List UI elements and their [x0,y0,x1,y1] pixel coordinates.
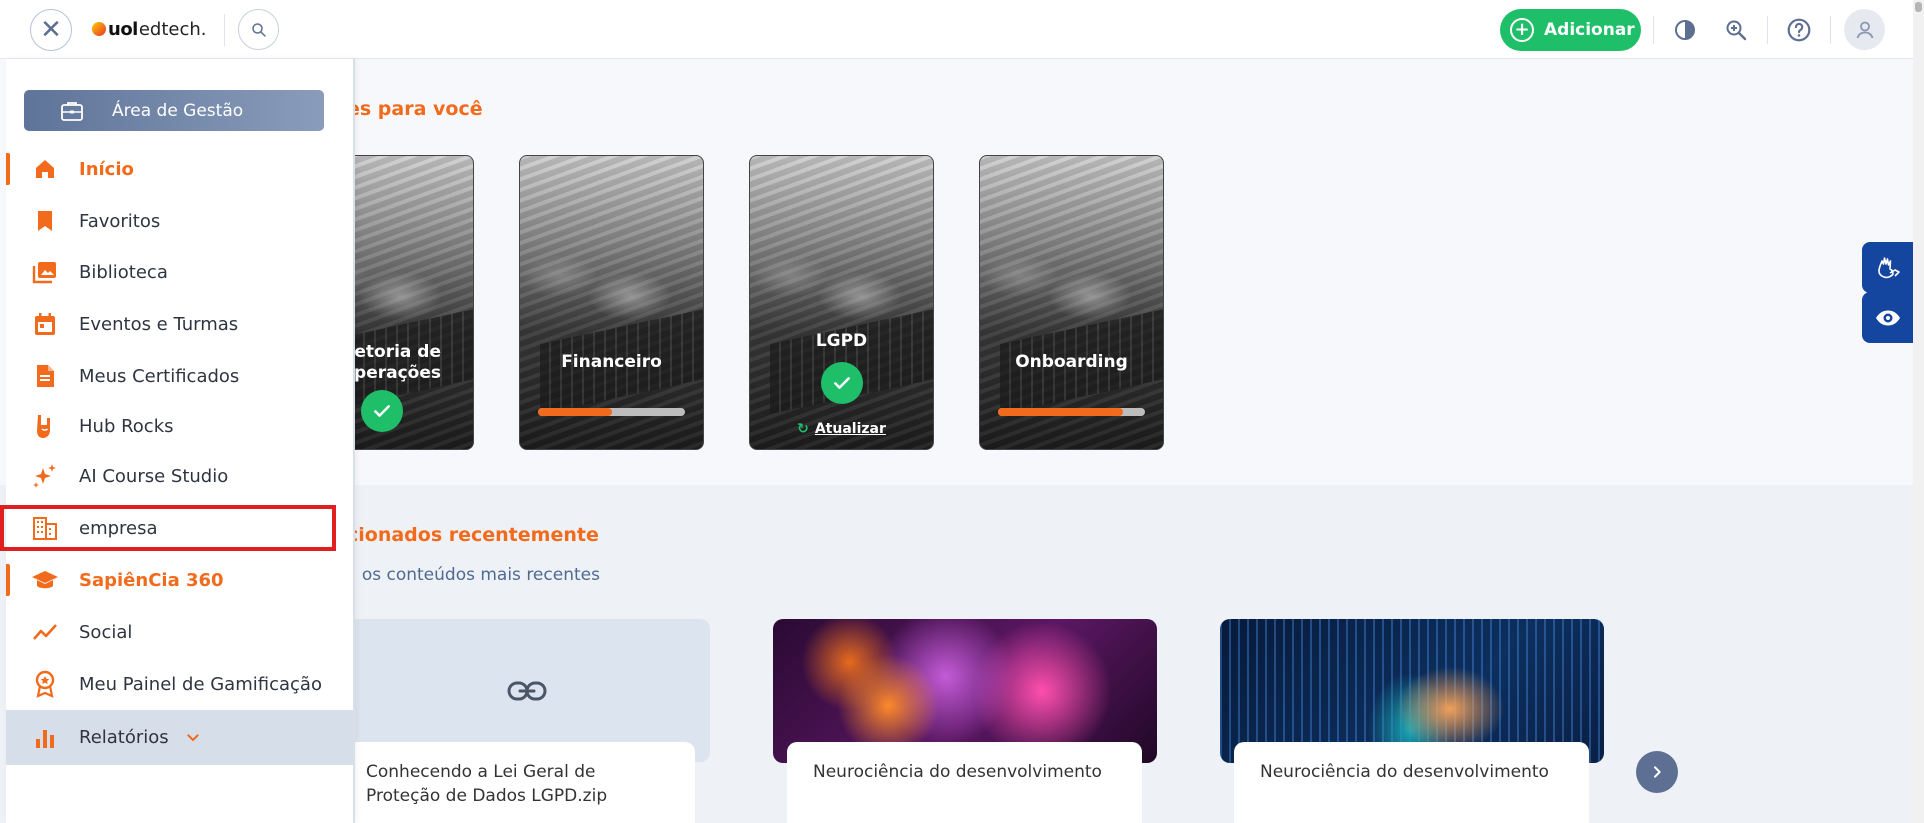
divider [224,14,225,46]
scrollbar-thumb[interactable] [1915,2,1922,12]
management-area-button[interactable]: Área de Gestão [24,90,324,131]
building-icon [30,516,60,540]
graduation-cap-icon [30,568,60,592]
medal-icon [30,670,60,698]
card-title: Financeiro [561,352,662,372]
section-title-recent: cionados recentemente [347,524,599,546]
completed-check-icon [361,390,403,432]
completed-check-icon [821,362,863,404]
divider [1830,16,1831,44]
progress-bar [538,408,685,416]
sparkle-icon [30,462,60,490]
certificate-icon [30,364,60,388]
visibility-button[interactable] [1862,292,1913,343]
user-icon [1856,21,1873,38]
sidebar-item-social[interactable]: Social [6,609,353,655]
course-card[interactable]: LGPD ↻ Atualizar [749,155,934,450]
eye-icon [1875,310,1900,325]
briefcase-icon [60,100,86,122]
sidebar-item-biblioteca[interactable]: Biblioteca [6,249,353,295]
section-subtitle-recent: a os conteúdos mais recentes [346,565,600,585]
contrast-button[interactable] [1667,12,1703,48]
recent-item-thumbnail[interactable] [344,619,710,762]
search-icon [251,22,266,37]
top-bar: ✕ uol edtech. + Adicionar [0,0,1913,59]
plus-icon: + [1510,18,1534,42]
avatar[interactable] [1844,9,1885,50]
trend-icon [30,622,60,642]
zoom-button[interactable] [1718,12,1754,48]
divider [1653,16,1654,44]
sidebar-item-gamificacao[interactable]: Meu Painel de Gamificação [6,661,353,707]
refresh-icon: ↻ [797,421,809,437]
sidebar-item-empresa[interactable]: empresa [0,505,336,551]
recent-item-title[interactable]: Neurociência do desenvolvimento [787,742,1142,823]
sign-language-icon [1877,256,1900,278]
chevron-right-icon [1654,766,1661,778]
sidebar-item-eventos[interactable]: Eventos e Turmas [6,301,353,347]
progress-bar [998,408,1145,416]
bookmark-icon [30,209,60,233]
rock-hand-icon [30,413,60,439]
sidebar-item-sapiencia-360[interactable]: SapiênCia 360 [6,557,353,603]
sidebar-item-hub-rocks[interactable]: Hub Rocks [6,403,353,449]
divider [1767,16,1768,44]
library-icon [30,260,60,284]
help-button[interactable] [1781,12,1817,48]
sidebar: Área de Gestão Início Favoritos Bibliote… [0,59,355,823]
close-menu-button[interactable]: ✕ [30,9,72,51]
card-title: Onboarding [1015,352,1128,372]
sidebar-item-inicio[interactable]: Início [6,146,353,192]
zoom-in-icon [1726,20,1747,41]
card-title: LGPD [815,331,868,351]
logo-mark-icon [92,22,106,36]
section-title-for-you: es para você [347,98,483,120]
progress-fill [998,408,1123,416]
recent-item-title[interactable]: Conhecendo a Lei Geral de Proteção de Da… [340,742,695,823]
calendar-icon [30,312,60,336]
sidebar-item-relatorios[interactable]: Relatórios [6,710,353,765]
chevron-down-icon[interactable] [185,730,201,746]
sign-language-button[interactable] [1862,242,1913,293]
progress-fill [538,408,612,416]
logo[interactable]: uol edtech. [92,17,207,41]
home-icon [30,157,60,181]
link-icon [507,681,547,700]
sidebar-item-favoritos[interactable]: Favoritos [6,198,353,244]
search-button[interactable] [238,9,279,50]
course-card[interactable]: Financeiro [519,155,704,450]
sidebar-item-certificados[interactable]: Meus Certificados [6,353,353,399]
bar-chart-icon [30,727,60,749]
help-icon [1787,18,1811,42]
close-icon: ✕ [40,15,62,45]
scrollbar[interactable] [1913,0,1924,823]
carousel-next-button[interactable] [1636,751,1678,793]
recent-item-title[interactable]: Neurociência do desenvolvimento [1234,742,1589,823]
sidebar-item-ai-course-studio[interactable]: AI Course Studio [6,453,353,499]
add-button[interactable]: + Adicionar [1500,9,1641,51]
contrast-icon [1675,20,1695,40]
update-link[interactable]: ↻ Atualizar [750,421,933,437]
course-card[interactable]: Onboarding [979,155,1164,450]
